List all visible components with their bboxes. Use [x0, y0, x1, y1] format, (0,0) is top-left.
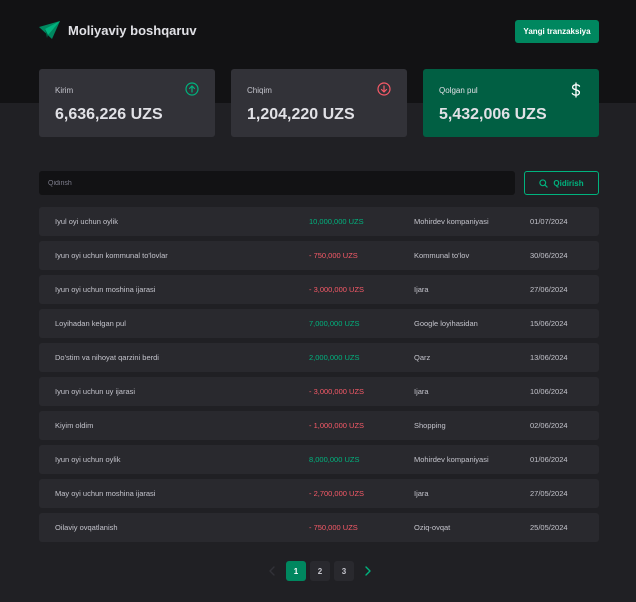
transaction-category: Qarz: [414, 353, 431, 362]
app-logo: Moliyaviy boshqaruv: [39, 21, 197, 39]
transaction-date: 25/05/2024: [530, 523, 568, 532]
table-row: Iyun oyi uchun oylik 8,000,000 UZS Mohir…: [39, 445, 599, 474]
transaction-category: Kommunal to'lov: [414, 251, 470, 260]
transaction-description: Oilaviy ovqatlanish: [55, 523, 118, 532]
expense-value: 1,204,220 UZS: [247, 106, 355, 123]
table-row: Loyihadan kelgan pul 7,000,000 UZS Googl…: [39, 309, 599, 338]
transaction-description: Loyihadan kelgan pul: [55, 319, 126, 328]
table-row: Iyul oyi uchun oylik 10,000,000 UZS Mohi…: [39, 207, 599, 236]
table-row: Kiyim oldim - 1,000,000 UZS Shopping 02/…: [39, 411, 599, 440]
transaction-description: May oyi uchun moshina ijarasi: [55, 489, 156, 498]
search-icon: [539, 178, 549, 188]
search-button[interactable]: Qidirish: [524, 171, 599, 195]
transaction-category: Ijara: [414, 387, 429, 396]
transaction-date: 02/06/2024: [530, 421, 568, 430]
arrow-down-circle-icon: [377, 82, 391, 96]
transaction-amount: - 3,000,000 UZS: [309, 387, 365, 396]
transaction-category: Ijara: [414, 285, 429, 294]
arrow-up-circle-icon: [185, 82, 199, 96]
table-row: Iyun oyi uchun kommunal to'lovlar - 750,…: [39, 241, 599, 270]
income-value: 6,636,226 UZS: [55, 106, 163, 123]
page-button-1[interactable]: 1: [286, 561, 306, 581]
table-row: Iyun oyi uchun moshina ijarasi - 3,000,0…: [39, 275, 599, 304]
balance-summary-card: Qolgan pul 5,432,006 UZS: [423, 69, 599, 137]
transaction-date: 15/06/2024: [530, 319, 568, 328]
expense-label: Chiqim: [247, 86, 272, 95]
table-row: Iyun oyi uchun uy ijarasi - 3,000,000 UZ…: [39, 377, 599, 406]
chevron-right-icon: [365, 566, 371, 576]
transaction-category: Shopping: [414, 421, 446, 430]
transaction-description: Kiyim oldim: [55, 421, 94, 430]
transaction-date: 01/07/2024: [530, 217, 568, 226]
balance-value: 5,432,006 UZS: [439, 106, 547, 123]
next-page-button[interactable]: [358, 561, 378, 581]
transaction-category: Oziq-ovqat: [414, 523, 451, 532]
previous-page-button[interactable]: [262, 561, 282, 581]
transaction-amount: 2,000,000 UZS: [309, 353, 360, 362]
table-row: Do'stim va nihoyat qarzini berdi 2,000,0…: [39, 343, 599, 372]
transaction-date: 27/06/2024: [530, 285, 568, 294]
transaction-date: 13/06/2024: [530, 353, 568, 362]
transaction-date: 01/06/2024: [530, 455, 568, 464]
transactions-table: Iyul oyi uchun oylik 10,000,000 UZS Mohi…: [39, 207, 599, 547]
table-row: Oilaviy ovqatlanish - 750,000 UZS Oziq-o…: [39, 513, 599, 542]
transaction-description: Iyul oyi uchun oylik: [55, 217, 118, 226]
transaction-amount: 7,000,000 UZS: [309, 319, 360, 328]
transaction-category: Ijara: [414, 489, 429, 498]
new-transaction-button[interactable]: Yangi tranzaksiya: [515, 20, 599, 43]
app-title: Moliyaviy boshqaruv: [68, 22, 197, 38]
income-summary-card: Kirim 6,636,226 UZS: [39, 69, 215, 137]
transaction-description: Do'stim va nihoyat qarzini berdi: [55, 353, 159, 362]
transaction-amount: - 750,000 UZS: [309, 523, 358, 532]
transaction-amount: - 3,000,000 UZS: [309, 285, 365, 294]
table-row: May oyi uchun moshina ijarasi - 2,700,00…: [39, 479, 599, 508]
income-label: Kirim: [55, 86, 74, 95]
balance-label: Qolgan pul: [439, 86, 478, 95]
transaction-description: Iyun oyi uchun oylik: [55, 455, 121, 464]
page-button-3[interactable]: 3: [334, 561, 354, 581]
expense-summary-card: Chiqim 1,204,220 UZS: [231, 69, 407, 137]
transaction-date: 27/05/2024: [530, 489, 568, 498]
search-input[interactable]: [39, 171, 515, 195]
transaction-description: Iyun oyi uchun uy ijarasi: [55, 387, 136, 396]
transaction-category: Mohirdev kompaniyasi: [414, 455, 489, 464]
paper-plane-logo-icon: [39, 21, 60, 39]
transaction-amount: - 1,000,000 UZS: [309, 421, 365, 430]
search-button-label: Qidirish: [553, 178, 584, 188]
transaction-amount: - 750,000 UZS: [309, 251, 358, 260]
transaction-description: Iyun oyi uchun moshina ijarasi: [55, 285, 156, 294]
transaction-date: 30/06/2024: [530, 251, 568, 260]
transaction-date: 10/06/2024: [530, 387, 568, 396]
transaction-description: Iyun oyi uchun kommunal to'lovlar: [55, 251, 168, 260]
dollar-icon: [569, 82, 583, 98]
chevron-left-icon: [269, 566, 275, 576]
page-button-2[interactable]: 2: [310, 561, 330, 581]
transaction-amount: 8,000,000 UZS: [309, 455, 360, 464]
transaction-category: Mohirdev kompaniyasi: [414, 217, 489, 226]
transaction-amount: 10,000,000 UZS: [309, 217, 364, 226]
transaction-category: Google loyihasidan: [414, 319, 478, 328]
pagination: 1 2 3: [262, 561, 378, 581]
transaction-amount: - 2,700,000 UZS: [309, 489, 365, 498]
